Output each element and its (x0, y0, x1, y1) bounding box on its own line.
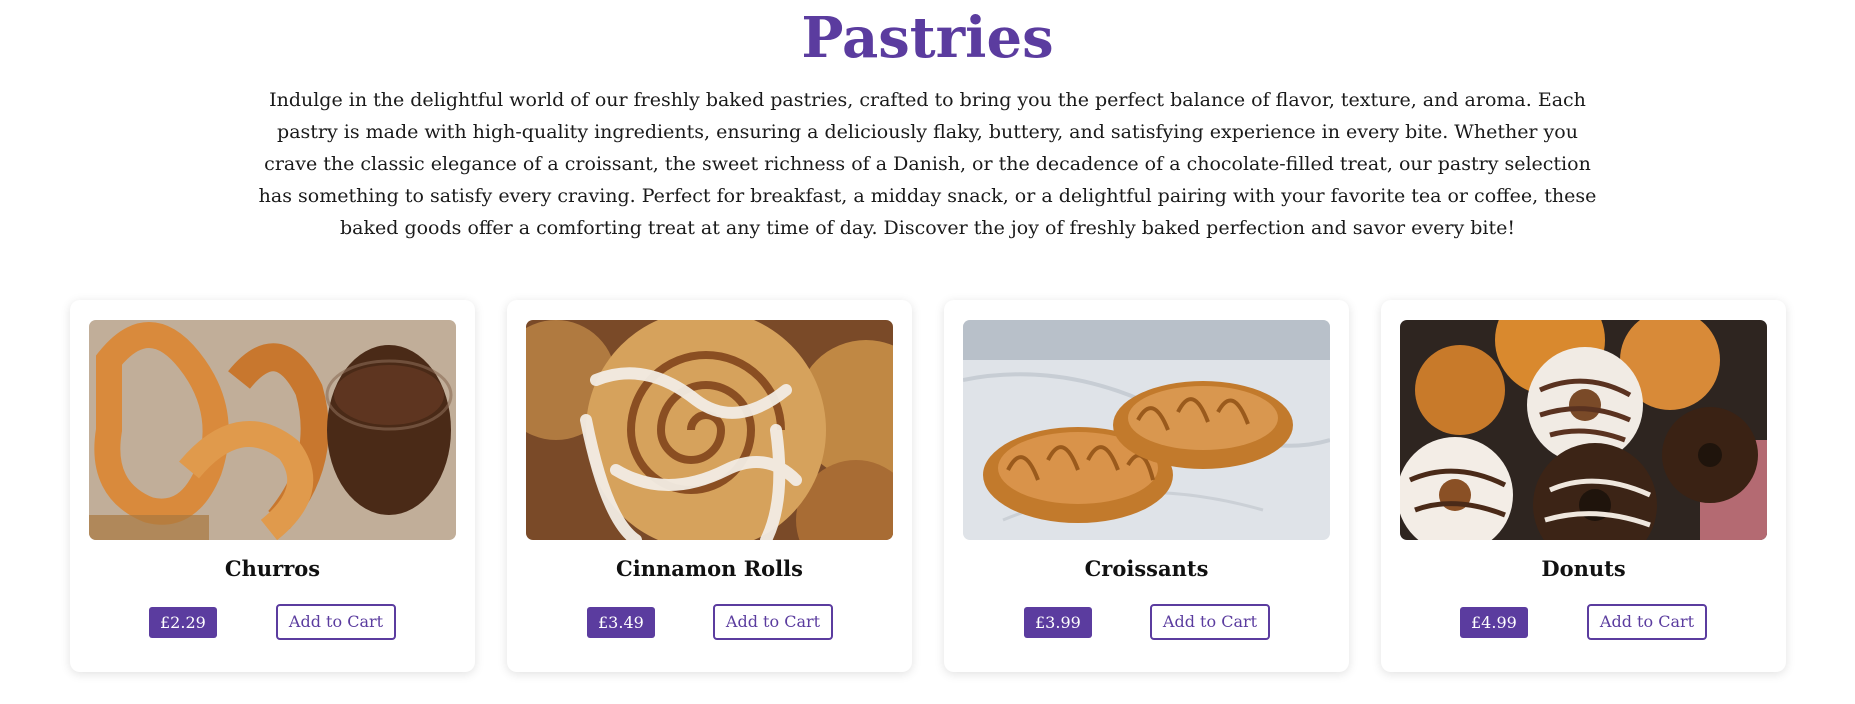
price-badge: £2.29 (149, 607, 217, 638)
page-title: Pastries (801, 5, 1054, 71)
product-name: Croissants (1084, 556, 1209, 581)
churros-image (89, 320, 456, 540)
intro-paragraph: Indulge in the delightful world of our f… (258, 89, 1597, 239)
donuts-image (1400, 320, 1767, 540)
pastries-page: Pastries Indulge in the delightful world… (0, 0, 1855, 704)
add-to-cart-button[interactable]: Add to Cart (1587, 604, 1707, 640)
product-card: Croissants £3.99 Add to Cart (944, 300, 1349, 672)
price-badge: £3.99 (1024, 607, 1092, 638)
product-name: Cinnamon Rolls (616, 556, 803, 581)
product-grid: Churros £2.29 Add to Cart Cinnamon Rolls… (70, 300, 1786, 672)
product-name: Churros (224, 556, 321, 581)
croissants-image (963, 320, 1330, 540)
product-card: Cinnamon Rolls £3.49 Add to Cart (507, 300, 912, 672)
add-to-cart-button[interactable]: Add to Cart (1150, 604, 1270, 640)
cinnamon-rolls-image (526, 320, 893, 540)
price-badge: £4.99 (1460, 607, 1528, 638)
add-to-cart-button[interactable]: Add to Cart (276, 604, 396, 640)
price-badge: £3.49 (587, 607, 655, 638)
product-name: Donuts (1541, 556, 1626, 581)
product-card: Churros £2.29 Add to Cart (70, 300, 475, 672)
add-to-cart-button[interactable]: Add to Cart (713, 604, 833, 640)
product-card: Donuts £4.99 Add to Cart (1381, 300, 1786, 672)
